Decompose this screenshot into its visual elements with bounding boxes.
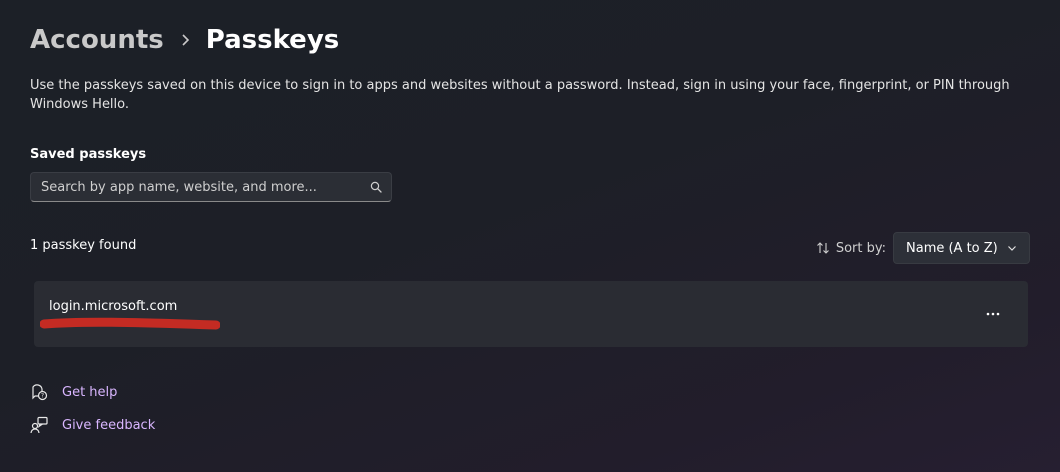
footer-links: ? Get help Give feedback bbox=[30, 380, 155, 446]
passkey-count: 1 passkey found bbox=[30, 238, 137, 253]
give-feedback-link[interactable]: Give feedback bbox=[30, 413, 155, 437]
get-help-link[interactable]: ? Get help bbox=[30, 380, 155, 404]
passkey-site-name: login.microsoft.com bbox=[49, 299, 178, 314]
sort-dropdown[interactable]: Name (A to Z) bbox=[893, 232, 1030, 264]
passkey-list-item[interactable]: login.microsoft.com bbox=[34, 281, 1028, 347]
feedback-icon bbox=[30, 416, 48, 434]
svg-text:?: ? bbox=[41, 393, 44, 400]
page-title: Passkeys bbox=[205, 25, 340, 55]
search-input[interactable] bbox=[31, 173, 370, 201]
help-chat-icon: ? bbox=[32, 384, 48, 401]
give-feedback-label: Give feedback bbox=[62, 417, 156, 433]
page-description: Use the passkeys saved on this device to… bbox=[30, 78, 1010, 112]
sort-selected-value: Name (A to Z) bbox=[906, 240, 998, 256]
chevron-down-icon bbox=[1008, 246, 1016, 251]
more-options-button[interactable] bbox=[976, 301, 1010, 327]
sort-arrows-icon bbox=[816, 242, 829, 254]
sort-label: Sort by: bbox=[835, 240, 886, 256]
breadcrumb-accounts-link[interactable]: Accounts bbox=[30, 25, 164, 55]
chevron-right-icon bbox=[182, 34, 189, 46]
redaction-scribble bbox=[40, 317, 220, 330]
sort-control: Sort by: Name (A to Z) bbox=[816, 232, 1030, 264]
ellipsis-icon bbox=[986, 312, 1000, 316]
breadcrumb: Accounts Passkeys bbox=[30, 22, 339, 58]
get-help-label: Get help bbox=[62, 384, 118, 400]
search-box[interactable] bbox=[30, 172, 392, 202]
search-icon[interactable] bbox=[370, 181, 382, 193]
saved-passkeys-heading: Saved passkeys bbox=[30, 147, 147, 162]
